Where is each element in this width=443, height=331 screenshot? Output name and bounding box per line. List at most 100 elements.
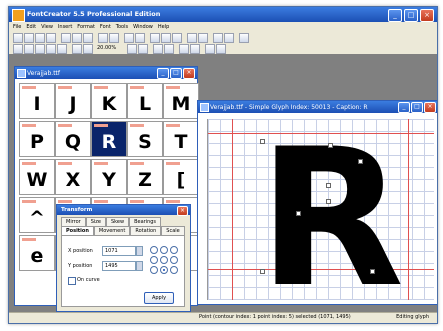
contour-point[interactable] [370, 269, 375, 274]
transform-close-button[interactable]: × [177, 206, 188, 216]
anchor-radio-tr[interactable] [170, 246, 178, 254]
y-position-field[interactable]: 1495 [102, 261, 136, 271]
glyph-cell[interactable]: e [19, 235, 55, 271]
install-font-icon[interactable] [239, 33, 249, 43]
anchor-radio-br[interactable] [170, 266, 178, 274]
tab-bearings[interactable]: Bearings [129, 217, 162, 226]
open-icon[interactable] [24, 33, 34, 43]
glyph-cell[interactable]: L [127, 83, 163, 119]
contour-point[interactable] [296, 211, 301, 216]
tab-movement[interactable]: Movement [93, 226, 131, 235]
metrics-icon[interactable] [172, 33, 182, 43]
menu-insert[interactable]: Insert [58, 22, 72, 32]
glyph-cell[interactable]: K [91, 83, 127, 119]
menu-tools[interactable]: Tools [116, 22, 128, 32]
magnify-icon[interactable] [83, 44, 93, 54]
guidelines-icon[interactable] [161, 33, 171, 43]
glyph-cell[interactable]: W [19, 159, 55, 195]
charmap-minimize-button[interactable]: _ [157, 68, 169, 79]
glyph-canvas[interactable]: R [208, 119, 434, 304]
menu-format[interactable]: Format [77, 22, 95, 32]
test-icon[interactable] [187, 33, 197, 43]
app-titlebar[interactable]: FontCreator 5.5 Professional Edition _ □… [9, 7, 437, 22]
contour-point[interactable] [260, 139, 265, 144]
charmap-maximize-button[interactable]: □ [170, 68, 182, 79]
apply-button[interactable]: Apply [144, 292, 174, 304]
new-icon[interactable] [13, 33, 23, 43]
menu-edit[interactable]: Edit [26, 22, 36, 32]
flip-vertical-icon[interactable] [164, 44, 174, 54]
ellipse-icon[interactable] [138, 44, 148, 54]
glyph-cell[interactable]: Q [55, 121, 91, 157]
transform-titlebar[interactable]: Transform × [57, 205, 190, 216]
zoom-in-icon[interactable] [124, 33, 134, 43]
charmap-close-button[interactable]: × [183, 68, 195, 79]
glyph-outline[interactable]: R [258, 124, 404, 305]
menu-view[interactable]: View [41, 22, 53, 32]
contour-point[interactable] [260, 269, 265, 274]
undo-icon[interactable] [98, 33, 108, 43]
contour-point[interactable] [358, 159, 363, 164]
glyph-cell[interactable]: P [19, 121, 55, 157]
flip-horizontal-icon[interactable] [153, 44, 163, 54]
grid-icon[interactable] [150, 33, 160, 43]
on-curve-checkbox[interactable] [68, 277, 76, 285]
zoom-out-icon[interactable] [135, 33, 145, 43]
menu-window[interactable]: Window [133, 22, 153, 32]
maximize-button[interactable]: □ [404, 9, 418, 22]
knife-icon[interactable] [46, 44, 56, 54]
x-position-spinner[interactable] [136, 246, 143, 256]
save-icon[interactable] [35, 33, 45, 43]
glyph-cell[interactable]: J [55, 83, 91, 119]
glyph-cell[interactable]: [ [163, 159, 199, 195]
menu-file[interactable]: File [13, 22, 21, 32]
anchor-radio-ml[interactable] [150, 256, 158, 264]
contour-point[interactable] [326, 199, 331, 204]
print-icon[interactable] [46, 33, 56, 43]
anchor-radio-mc[interactable] [160, 256, 168, 264]
glyph-maximize-button[interactable]: □ [411, 102, 423, 113]
tab-size[interactable]: Size [85, 217, 106, 226]
glyph-cell[interactable]: R [91, 121, 127, 157]
y-position-spinner[interactable] [136, 261, 143, 271]
glyph-cell[interactable]: I [19, 83, 55, 119]
font-properties-icon[interactable] [224, 33, 234, 43]
anchor-radio-tc[interactable] [160, 246, 168, 254]
rectangle-icon[interactable] [127, 44, 137, 54]
glyph-properties-icon[interactable] [213, 33, 223, 43]
contour-icon[interactable] [216, 44, 226, 54]
pencil-icon[interactable] [57, 44, 67, 54]
contour-point[interactable] [326, 183, 331, 188]
convert-icon[interactable] [205, 44, 215, 54]
menu-help[interactable]: Help [158, 22, 169, 32]
copy-icon[interactable] [72, 33, 82, 43]
align-icon[interactable] [190, 44, 200, 54]
glyph-cell[interactable]: M [163, 83, 199, 119]
glyph-cell[interactable]: Z [127, 159, 163, 195]
redo-icon[interactable] [109, 33, 119, 43]
x-position-field[interactable]: 1071 [102, 246, 136, 256]
glyph-close-button[interactable]: × [424, 102, 436, 113]
tab-mirror[interactable]: Mirror [61, 217, 86, 226]
charmap-titlebar[interactable]: Verajjab.ttf _ □ × [15, 67, 197, 79]
close-button[interactable]: × [420, 9, 434, 22]
anchor-radio-bl[interactable] [150, 266, 158, 274]
zoom-level[interactable]: 20.00% [97, 45, 116, 51]
pointer-icon[interactable] [13, 44, 23, 54]
anchor-radio-bc[interactable] [160, 266, 168, 274]
rotate-icon[interactable] [179, 44, 189, 54]
validate-icon[interactable] [198, 33, 208, 43]
tab-position[interactable]: Position [61, 226, 94, 235]
pen-icon[interactable] [24, 44, 34, 54]
minimize-button[interactable]: _ [388, 9, 402, 22]
add-point-icon[interactable] [35, 44, 45, 54]
menu-font[interactable]: Font [100, 22, 111, 32]
anchor-radio-tl[interactable] [150, 246, 158, 254]
tab-skew[interactable]: Skew [106, 217, 130, 226]
glyph-cell[interactable]: T [163, 121, 199, 157]
tab-rotation[interactable]: Rotation [130, 226, 162, 235]
anchor-radio-mr[interactable] [170, 256, 178, 264]
contour-point[interactable] [328, 143, 333, 148]
tab-scale[interactable]: Scale [161, 226, 185, 235]
glyph-cell[interactable]: Y [91, 159, 127, 195]
